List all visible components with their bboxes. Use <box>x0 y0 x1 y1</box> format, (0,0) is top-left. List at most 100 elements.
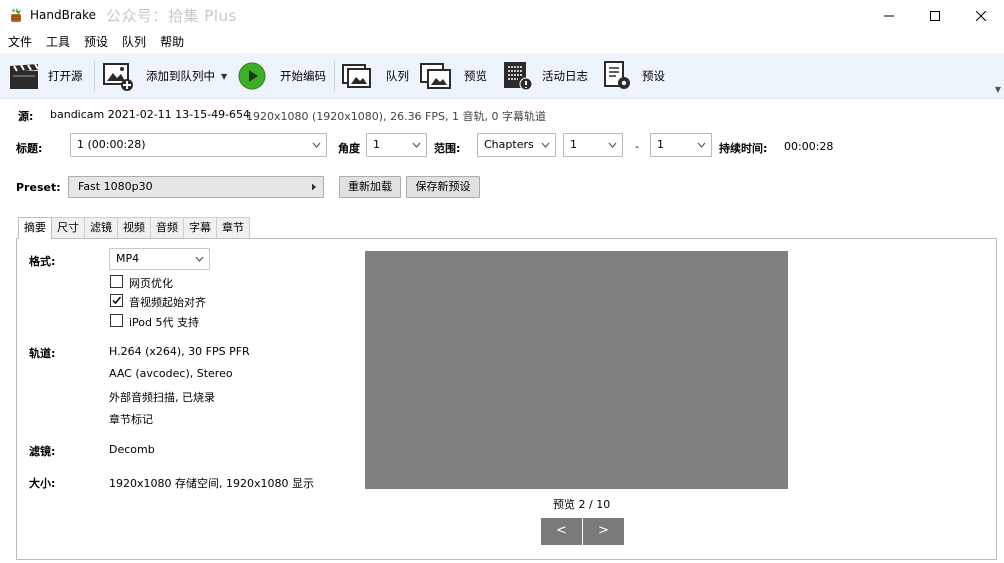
web-optimize-checkbox[interactable] <box>110 275 123 288</box>
duration-value: 00:00:28 <box>784 140 834 153</box>
filters-label: 滤镜: <box>29 445 56 458</box>
track-line: AAC (avcodec), Stereo <box>109 367 233 380</box>
angle-label: 角度 <box>338 142 360 155</box>
add-to-queue-label: 添加到队列中 <box>146 69 215 83</box>
queue-button[interactable]: 队列 <box>342 53 409 99</box>
menu-presets[interactable]: 预设 <box>77 31 115 53</box>
queue-label: 队列 <box>386 69 409 83</box>
maximize-icon <box>930 10 940 21</box>
close-icon <box>976 10 986 21</box>
start-encode-button[interactable]: 开始编码 <box>238 53 326 99</box>
angle-select[interactable]: 1 <box>366 133 427 157</box>
range-dash: - <box>635 140 639 153</box>
chevron-right-icon <box>312 183 316 191</box>
add-to-queue-button[interactable]: 添加到队列中 ▼ <box>102 53 227 99</box>
save-new-preset-button[interactable]: 保存新预设 <box>406 176 480 198</box>
clapperboard-icon <box>10 63 39 89</box>
tab-bar: 摘要 尺寸 滤镜 视频 音频 字幕 章节 <box>18 217 250 239</box>
title-bar: HandBrake 公众号：拾集 Plus <box>0 0 1004 31</box>
open-source-label: 打开源 <box>48 69 83 83</box>
preset-label: Preset: <box>16 181 61 194</box>
ipod-support-label: iPod 5代 支持 <box>129 316 200 329</box>
duration-label: 持续时间: <box>719 142 768 155</box>
queue-images-icon <box>342 64 371 88</box>
tab-video[interactable]: 视频 <box>117 217 151 238</box>
maximize-button[interactable] <box>912 0 958 31</box>
track-line: 外部音频扫描, 已烧录 <box>109 391 215 404</box>
source-name: bandicam 2021-02-11 13-15-49-654 <box>50 108 251 121</box>
tab-subtitles[interactable]: 字幕 <box>183 217 217 238</box>
size-value: 1920x1080 存储空间, 1920x1080 显示 <box>109 477 314 490</box>
menu-help[interactable]: 帮助 <box>153 31 191 53</box>
menu-file[interactable]: 文件 <box>0 31 39 53</box>
dropdown-arrow-icon[interactable]: ▼ <box>221 72 227 81</box>
add-image-icon <box>103 63 133 91</box>
preview-next-button[interactable]: > <box>583 518 624 545</box>
presets-label: 预设 <box>642 69 665 83</box>
preview-label: 预览 <box>464 69 487 83</box>
source-label: 源: <box>18 110 34 123</box>
menu-queue[interactable]: 队列 <box>115 31 153 53</box>
chevron-down-icon <box>608 142 617 148</box>
range-end-value: 1 <box>657 138 664 151</box>
range-type-select[interactable]: Chapters <box>477 133 556 157</box>
range-start-select[interactable]: 1 <box>563 133 623 157</box>
checkmark-icon <box>112 296 122 305</box>
title-label: 标题: <box>16 142 43 155</box>
track-line: H.264 (x264), 30 FPS PFR <box>109 345 250 358</box>
range-label: 范围: <box>434 142 461 155</box>
handbrake-pineapple-icon <box>11 7 21 22</box>
tab-summary[interactable]: 摘要 <box>18 217 52 239</box>
minimize-icon <box>884 15 894 16</box>
track-line: 章节标记 <box>109 413 153 426</box>
start-encode-label: 开始编码 <box>280 69 326 83</box>
menu-tools[interactable]: 工具 <box>39 31 77 53</box>
range-start-value: 1 <box>570 138 577 151</box>
format-select[interactable]: MP4 <box>109 248 210 270</box>
presets-button[interactable]: 预设 <box>602 53 665 99</box>
ipod-support-checkbox[interactable] <box>110 314 123 327</box>
minimize-button[interactable] <box>866 0 912 31</box>
preview-counter: 预览 2 / 10 <box>553 498 611 511</box>
range-type-value: Chapters <box>484 138 534 151</box>
close-button[interactable] <box>958 0 1004 31</box>
chevron-down-icon <box>312 142 321 148</box>
preview-button[interactable]: 预览 <box>420 53 487 99</box>
size-label: 大小: <box>29 477 56 490</box>
filters-value: Decomb <box>109 443 155 456</box>
chevron-down-icon <box>412 142 421 148</box>
menu-bar: 文件 工具 预设 队列 帮助 <box>0 31 1004 53</box>
toolbar-separator <box>94 61 95 91</box>
title-select-value: 1 (00:00:28) <box>77 138 146 151</box>
window-title: HandBrake <box>30 8 97 22</box>
chevron-down-icon <box>541 142 550 148</box>
preview-prev-button[interactable]: < <box>541 518 582 545</box>
title-select[interactable]: 1 (00:00:28) <box>70 133 327 157</box>
chevron-down-icon <box>697 142 706 148</box>
play-icon <box>238 62 266 90</box>
toolbar-separator <box>334 61 335 91</box>
format-label: 格式: <box>29 255 56 268</box>
align-av-label: 音视频起始对齐 <box>129 296 206 309</box>
toolbar: 打开源 添加到队列中 ▼ 开始编码 队列 预览 活动日志 预设 ▼ <box>0 53 1004 99</box>
align-av-checkbox[interactable] <box>110 294 123 307</box>
activity-log-icon <box>504 62 533 91</box>
tab-dimensions[interactable]: 尺寸 <box>51 217 85 238</box>
angle-select-value: 1 <box>373 138 380 151</box>
range-end-select[interactable]: 1 <box>650 133 712 157</box>
source-info: 1920x1080 (1920x1080), 26.36 FPS, 1 音轨, … <box>246 110 546 123</box>
preset-select-value: Fast 1080p30 <box>78 180 153 193</box>
open-source-button[interactable]: 打开源 <box>8 53 83 99</box>
toolbar-overflow-icon[interactable]: ▼ <box>995 85 1001 94</box>
web-optimize-label: 网页优化 <box>129 277 173 290</box>
activity-log-button[interactable]: 活动日志 <box>502 53 588 99</box>
watermark-text: 公众号：拾集 Plus <box>106 7 237 25</box>
preset-select[interactable]: Fast 1080p30 <box>68 176 324 198</box>
activity-log-label: 活动日志 <box>542 69 588 83</box>
tab-filters[interactable]: 滤镜 <box>84 217 118 238</box>
reload-preset-button[interactable]: 重新加载 <box>339 176 401 198</box>
presets-gear-icon <box>604 61 630 89</box>
tab-chapters[interactable]: 章节 <box>216 217 250 238</box>
tab-audio[interactable]: 音频 <box>150 217 184 238</box>
preview-images-icon <box>420 63 451 89</box>
